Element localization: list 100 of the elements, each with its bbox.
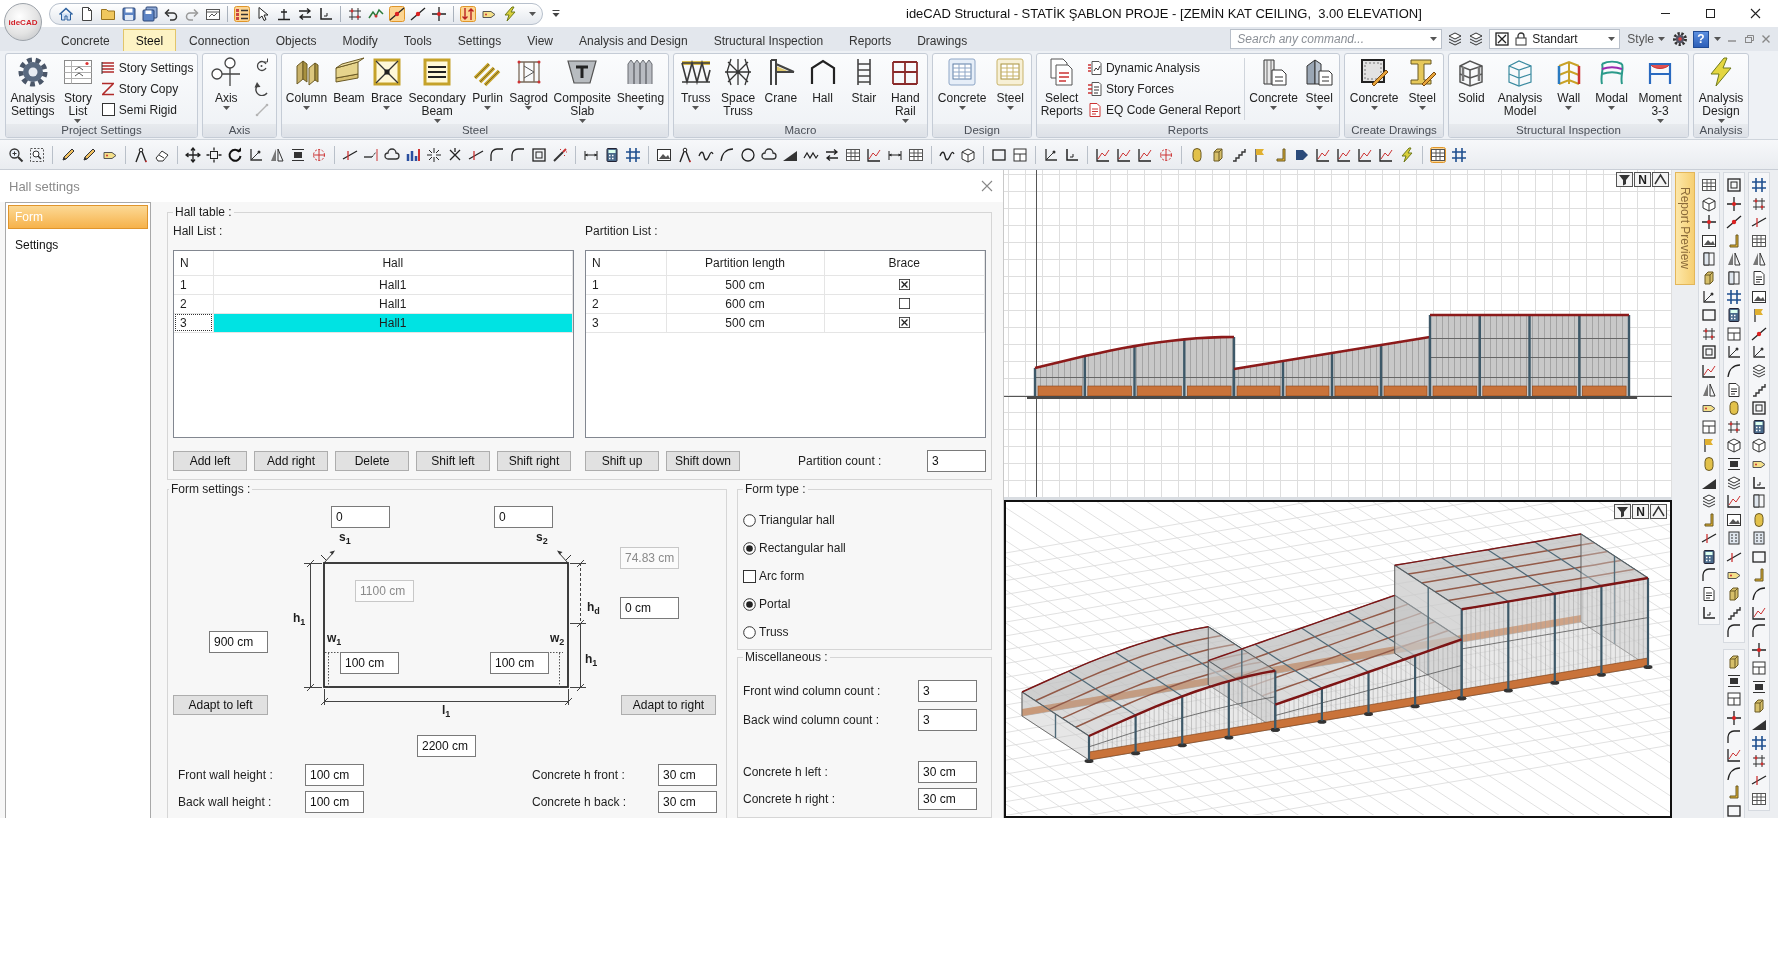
ribbon-tab[interactable]: Settings [444,29,515,51]
dialog-button[interactable]: Shift up [585,451,659,471]
node-icon[interactable] [410,5,426,22]
image-icon[interactable] [1701,232,1717,249]
report-preview-tab[interactable]: Report Preview [1675,172,1695,285]
line-chart-icon[interactable] [866,146,882,163]
ribbon-tab[interactable]: Connection [176,29,263,51]
x-lines-icon[interactable] [447,146,463,163]
cross-node-icon[interactable] [431,5,447,22]
brace-checkbox[interactable] [898,279,910,290]
dialog-button[interactable]: Add right [254,451,328,471]
arc-icon[interactable] [1751,586,1767,603]
grid-points-icon[interactable] [1701,325,1717,342]
perspective-viewport[interactable]: N [1004,500,1672,818]
hash-grid-icon[interactable] [1726,288,1742,305]
mirror-icon[interactable] [1726,251,1742,268]
zoom-icon[interactable] [8,146,24,163]
ribbon-tab[interactable]: Reports [836,29,905,51]
ribbon-tab[interactable]: Steel [122,29,177,51]
line-chart-icon[interactable] [1751,604,1767,621]
frame-icon[interactable] [1701,344,1717,361]
filter-icon[interactable] [1616,172,1633,187]
corner-icon[interactable] [1701,604,1717,621]
restore-icon[interactable] [1743,33,1755,45]
column-icon[interactable] [1210,146,1226,163]
capsule-icon[interactable] [1751,511,1767,528]
input-field[interactable]: 0 [331,506,390,528]
ribbon-button[interactable]: Beam [331,56,366,105]
arc-icon[interactable] [1726,765,1742,782]
layers-icon[interactable] [1726,474,1742,491]
checkbox[interactable] [101,103,115,116]
input-field[interactable]: 2200 cm [417,735,476,757]
ribbon-button[interactable]: Space Truss [720,56,757,118]
ribbon-button[interactable]: Story Forces [1086,79,1241,98]
style-menu[interactable]: Style [1625,32,1667,46]
ribbon-tab[interactable]: Objects [262,29,330,51]
cube-icon[interactable] [960,146,976,163]
help-button[interactable]: ? [1693,30,1709,48]
input-field[interactable]: 3 [927,450,986,472]
dialog-button[interactable]: Shift down [666,451,740,471]
grid-points-icon[interactable] [1751,753,1767,770]
input-field[interactable]: 30 cm [918,761,977,783]
ribbon-tab[interactable]: Drawings [904,29,981,51]
radio-button[interactable] [743,625,756,639]
arc-arrow-icon[interactable] [253,80,270,96]
line-chart-icon[interactable] [1095,146,1111,163]
ribbon-button[interactable]: Solid [1454,56,1489,105]
align-icon[interactable] [1751,679,1767,696]
column-icon[interactable] [1726,586,1742,603]
report-icon[interactable] [1751,269,1767,286]
line-chart-icon[interactable] [1116,146,1132,163]
dialog-button[interactable]: Delete [335,451,409,471]
document-icon[interactable] [79,5,95,22]
rectangle-icon[interactable] [1751,548,1767,565]
calculator-icon[interactable] [1726,307,1742,324]
circle-icon[interactable] [740,146,756,163]
crosshair-icon[interactable] [311,146,327,163]
ribbon-button[interactable]: Purlin [470,56,505,110]
ribbon-button[interactable]: Story List [60,56,95,123]
image-icon[interactable] [1726,511,1742,528]
mirror-icon[interactable] [1701,381,1717,398]
axes-icon[interactable] [248,146,264,163]
align-icon[interactable] [1726,672,1742,689]
input-field[interactable]: 100 cm [490,652,549,674]
grid-points-icon[interactable] [347,5,363,22]
input-field[interactable]: 0 cm [620,597,679,619]
arc-icon[interactable] [1726,362,1742,379]
ribbon-button[interactable]: EQ Code General Report [1086,100,1241,119]
panes-icon[interactable] [1726,691,1742,708]
input-field[interactable]: 30 cm [658,791,717,813]
table-icon[interactable] [1430,146,1446,163]
stairs-icon[interactable] [1751,381,1767,398]
filter-icon[interactable] [1614,504,1631,519]
cloud-icon[interactable] [761,146,777,163]
axes-icon[interactable] [1043,146,1059,163]
cube-icon[interactable] [1751,437,1767,454]
ribbon-button[interactable]: Column [284,56,329,110]
checkbox[interactable] [743,569,756,583]
input-field[interactable]: 100 cm [305,791,364,813]
panes-icon[interactable] [1726,325,1742,342]
pencil-icon[interactable] [60,146,76,163]
axes-icon[interactable] [1701,288,1717,305]
ribbon-button[interactable]: Modal [1594,56,1629,110]
layers-icon[interactable] [1468,31,1485,47]
ribbon-tab[interactable]: Structural Inspection [700,29,837,51]
panes-icon[interactable] [1012,146,1028,163]
node-icon[interactable] [1726,214,1742,231]
input-field[interactable]: 3 [918,680,977,702]
ribbon-button[interactable]: Select Reports [1039,56,1084,118]
compass-icon[interactable] [133,146,149,163]
cloud-icon[interactable] [384,146,400,163]
image-icon[interactable] [656,146,672,163]
line-chart-icon[interactable] [1137,146,1153,163]
nav-item[interactable]: Settings [8,233,148,257]
table-icon[interactable] [1751,232,1767,249]
gear-icon[interactable] [1672,31,1688,47]
fillet-icon[interactable] [489,146,505,163]
report-icon[interactable] [1726,381,1742,398]
radio-button[interactable] [743,597,756,611]
customize-caret-icon[interactable] [552,9,560,18]
